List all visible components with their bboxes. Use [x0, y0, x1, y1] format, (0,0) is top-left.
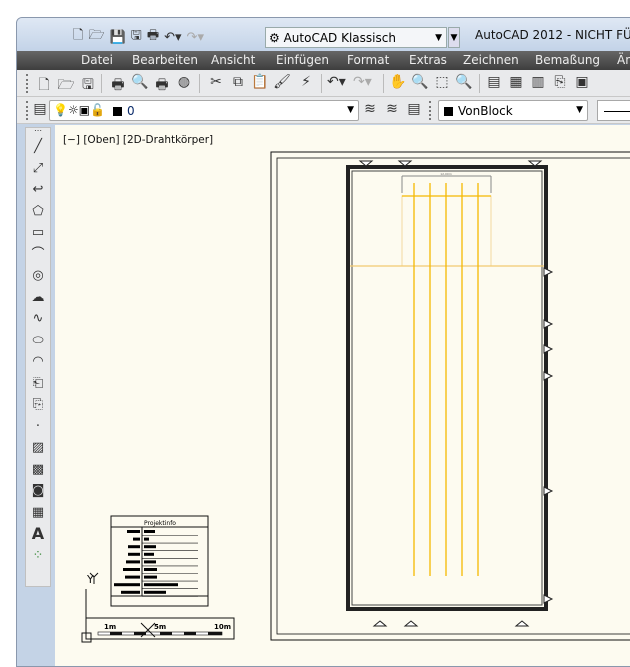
title-block-field [114, 583, 140, 587]
title-block-value [144, 560, 156, 564]
drawing-svg: 12,00m Projektinfo Y 1m 5m 10m [81, 151, 630, 643]
accent-lines [402, 183, 491, 576]
title-block-value [144, 537, 149, 541]
title-block-field [123, 568, 140, 571]
windows [358, 160, 554, 627]
title-block-field [128, 552, 140, 556]
stage-outline [350, 175, 544, 267]
title-block-value [144, 552, 154, 556]
title-block: Projektinfo [110, 515, 209, 607]
title-block-field [121, 590, 140, 594]
building-walls [346, 165, 548, 611]
title-block-value [144, 545, 156, 549]
title-block-value [144, 590, 166, 594]
dimension-text: 12,00m [440, 172, 452, 176]
title-block-value [144, 583, 178, 587]
title-block-field [128, 545, 140, 549]
frame-border [276, 157, 630, 635]
title-block-field [126, 560, 140, 564]
title-block-field [133, 537, 140, 541]
title-block-field [125, 575, 140, 579]
scale-label-1m: 1m [104, 623, 116, 631]
title-block-value [144, 568, 157, 571]
scale-label-5m: 5m [154, 623, 166, 631]
title-block-field [127, 530, 140, 533]
title-block-heading: Projektinfo [144, 520, 176, 527]
title-block-value [144, 530, 155, 533]
paper-border [270, 151, 630, 641]
scale-label-10m: 10m [214, 623, 231, 631]
title-block-value [144, 575, 157, 579]
scale-bar: 1m 5m 10m [85, 617, 235, 640]
ucs-y-label: Y [86, 573, 94, 586]
